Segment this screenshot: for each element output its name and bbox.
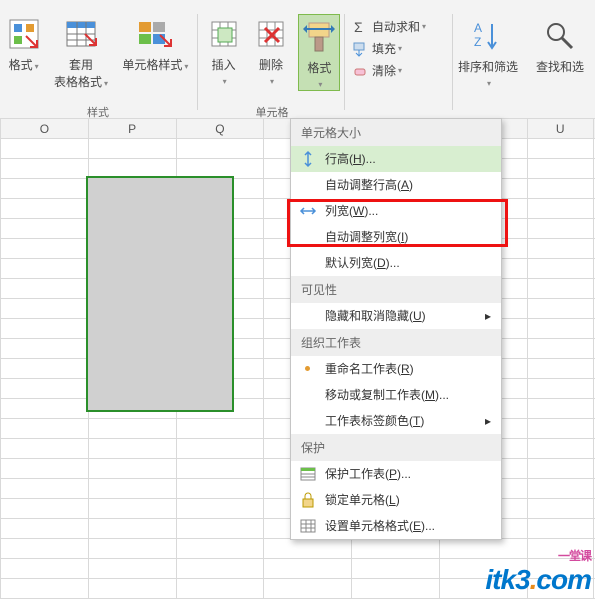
delete-icon xyxy=(253,16,289,52)
autosum-button[interactable]: Σ 自动求和 ▾ xyxy=(352,16,426,38)
table-format-button[interactable]: 套用 表格格式▾ xyxy=(53,14,109,90)
label-l1: 套用 xyxy=(69,58,93,72)
separator xyxy=(197,14,198,110)
format-button[interactable]: 格式 ▾ xyxy=(298,14,340,91)
chevron-down-icon: ▾ xyxy=(35,62,39,71)
submenu-arrow-icon: ▸ xyxy=(485,413,491,429)
chevron-down-icon: ▾ xyxy=(422,16,426,38)
table-format-icon xyxy=(63,16,99,52)
menu-hide-unhide[interactable]: 隐藏和取消隐藏(U) ▸ xyxy=(291,303,501,329)
menu-move-copy-sheet[interactable]: 移动或复制工作表(M)... xyxy=(291,382,501,408)
label: 清除 xyxy=(372,60,396,82)
separator xyxy=(452,14,453,110)
insert-icon xyxy=(206,16,242,52)
find-select-button[interactable]: 查找和选 xyxy=(530,14,590,75)
watermark: 一堂课 itk3.com xyxy=(485,547,591,596)
col-header[interactable]: U xyxy=(527,119,593,139)
label: 格式 xyxy=(307,61,331,75)
cell-styles-button[interactable]: 单元格样式▾ xyxy=(120,14,190,73)
svg-text:Σ: Σ xyxy=(354,19,363,35)
menu-section-protect: 保护 xyxy=(291,434,501,461)
svg-text:A: A xyxy=(474,21,482,35)
conditional-format-icon xyxy=(6,16,42,52)
svg-text:Z: Z xyxy=(474,35,481,49)
sheet-icon xyxy=(299,465,317,483)
menu-section-organize: 组织工作表 xyxy=(291,329,501,356)
label: 查找和选 xyxy=(536,60,584,74)
selection-range[interactable] xyxy=(86,176,234,412)
ribbon: 格式▾ 套用 表格格式▾ 单元格样式▾ 样式 插入 ▾ xyxy=(0,0,595,119)
chevron-down-icon: ▾ xyxy=(270,77,274,86)
submenu-arrow-icon: ▸ xyxy=(485,308,491,324)
row-height-icon xyxy=(299,150,317,168)
group-cells: 插入▾ 删除▾ 格式▾ 单元格 xyxy=(200,14,344,118)
label: 单元格样式 xyxy=(122,58,182,72)
sigma-icon: Σ xyxy=(352,19,368,35)
label: 自动求和 xyxy=(372,16,420,38)
label: 删除 xyxy=(259,58,283,72)
label: 排序和筛选 xyxy=(458,60,518,74)
label: 填充 xyxy=(372,38,396,60)
chevron-down-icon: ▾ xyxy=(398,38,402,60)
menu-autofit-row[interactable]: 自动调整行高(A) xyxy=(291,172,501,198)
conditional-format-button[interactable]: 格式▾ xyxy=(6,14,42,73)
delete-button[interactable]: 删除 ▾ xyxy=(253,14,289,87)
menu-row-height[interactable]: 行高(H)... xyxy=(291,146,501,172)
fill-down-icon xyxy=(352,41,368,57)
highlight-box xyxy=(287,199,508,247)
clear-button[interactable]: 清除 ▾ xyxy=(352,60,426,82)
menu-section-visibility: 可见性 xyxy=(291,276,501,303)
label: 插入 xyxy=(212,58,236,72)
edit-group: Σ 自动求和 ▾ 填充 ▾ 清除 ▾ xyxy=(352,16,426,82)
chevron-down-icon: ▾ xyxy=(487,79,491,88)
menu-rename-sheet[interactable]: 重命名工作表(R) xyxy=(291,356,501,382)
col-header[interactable]: Q xyxy=(176,119,264,139)
chevron-down-icon: ▾ xyxy=(104,79,108,88)
fill-button[interactable]: 填充 ▾ xyxy=(352,38,426,60)
format-cells-icon xyxy=(299,517,317,535)
chevron-down-icon: ▾ xyxy=(398,60,402,82)
menu-section-size: 单元格大小 xyxy=(291,119,501,146)
group-styles: 格式▾ 套用 表格格式▾ 单元格样式▾ 样式 xyxy=(0,14,196,118)
col-header-selected[interactable]: P xyxy=(88,119,176,139)
menu-default-width[interactable]: 默认列宽(D)... xyxy=(291,250,501,276)
eraser-icon xyxy=(352,63,368,79)
menu-tab-color[interactable]: 工作表标签颜色(T) ▸ xyxy=(291,408,501,434)
cell-styles-icon xyxy=(137,16,173,52)
chevron-down-icon: ▾ xyxy=(223,77,227,86)
label-l2: 表格格式 xyxy=(54,75,102,89)
watermark-tag: 一堂课 xyxy=(485,547,591,564)
sort-icon: AZ xyxy=(470,18,506,54)
label: 格式 xyxy=(9,58,33,72)
chevron-down-icon: ▾ xyxy=(184,62,188,71)
format-icon xyxy=(301,19,337,55)
insert-button[interactable]: 插入 ▾ xyxy=(206,14,242,87)
sort-filter-button[interactable]: AZ 排序和筛选 ▾ xyxy=(458,14,518,89)
format-menu: 单元格大小 行高(H)... 自动调整行高(A) 列宽(W)... 自动调整列宽… xyxy=(290,118,502,540)
col-header[interactable]: O xyxy=(1,119,89,139)
menu-lock-cell[interactable]: 锁定单元格(L) xyxy=(291,487,501,513)
menu-protect-sheet[interactable]: 保护工作表(P)... xyxy=(291,461,501,487)
lock-icon xyxy=(299,491,317,509)
find-icon xyxy=(542,18,578,54)
menu-format-cells[interactable]: 设置单元格格式(E)... xyxy=(291,513,501,539)
separator xyxy=(344,14,345,110)
chevron-down-icon: ▾ xyxy=(318,80,322,89)
